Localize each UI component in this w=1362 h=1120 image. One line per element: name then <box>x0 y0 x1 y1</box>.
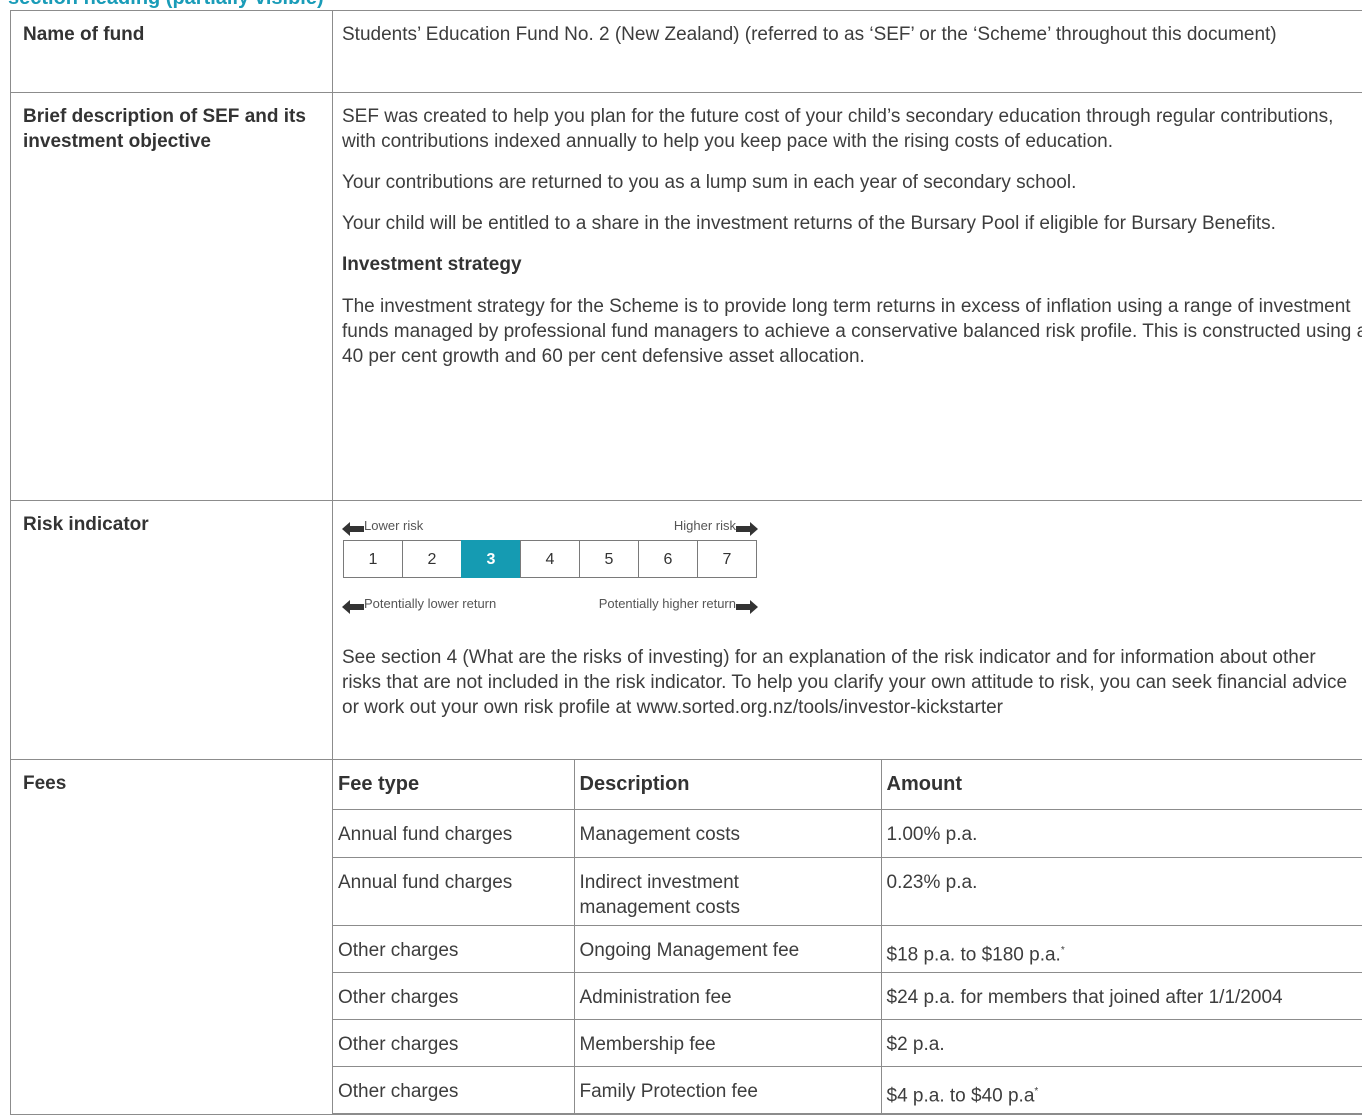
row-fees: Fees Fee type Description Amount Annual fun… <box>10 759 1362 1115</box>
risk-scale: 1234567 <box>343 540 757 578</box>
fees-cell: Membership fee <box>573 1018 882 1067</box>
fees-cell: 1.00% p.a. <box>880 808 1362 858</box>
higher-risk-label: Higher risk <box>674 513 758 538</box>
row-description: Brief description of SEF and its investm… <box>10 92 1362 501</box>
fees-cell: Annual fund charges <box>333 808 575 858</box>
risk-level: 7 <box>697 540 757 578</box>
fees-column-header: Description <box>573 760 882 810</box>
content-risk-indicator: Lower risk Higher risk 1234567 Potential… <box>332 500 1362 760</box>
fees-cell: Other charges <box>333 1065 575 1114</box>
fund-name-text: Students’ Education Fund No. 2 (New Zeal… <box>342 24 1277 45</box>
label-risk-indicator: Risk indicator <box>10 500 333 760</box>
risk-level-selected: 3 <box>461 540 521 578</box>
lower-return-label: Potentially lower return <box>342 591 496 616</box>
label-description: Brief description of SEF and its investm… <box>10 92 333 501</box>
risk-level: 4 <box>520 540 580 578</box>
section-heading-cut: section heading (partially visible) <box>0 0 1362 10</box>
arrow-right-icon <box>736 519 758 536</box>
risk-level: 6 <box>638 540 698 578</box>
fees-cell: Annual fund charges <box>333 856 575 926</box>
content-name-of-fund: Students’ Education Fund No. 2 (New Zeal… <box>332 10 1362 93</box>
fees-cell: $24 p.a. for members that joined after 1… <box>880 971 1362 1020</box>
content-fees: Fee type Description Amount Annual fund cha… <box>332 759 1362 1115</box>
row-risk-indicator: Risk indicator Lower risk Higher risk 1 … <box>10 500 1362 760</box>
key-information-table: Name of fund Students’ Education Fund No… <box>10 10 1362 1115</box>
fees-cell: $4 p.a. to $40 p.a* <box>880 1065 1362 1114</box>
fees-row: Annual fund charges Indirect investment m… <box>333 856 1362 926</box>
fees-column-header: Fee type <box>333 760 575 810</box>
fees-row: Other charges Family Protection fee $4 p.a… <box>333 1065 1362 1114</box>
investment-strategy-heading: Investment strategy <box>342 254 522 275</box>
fees-cell: Administration fee <box>573 971 882 1020</box>
description-paragraph: SEF was created to help you plan for the… <box>342 106 1334 152</box>
label-fees: Fees <box>10 759 333 1115</box>
footnote-mark: * <box>1034 1085 1039 1097</box>
risk-level: 2 <box>402 540 462 578</box>
arrow-left-icon <box>342 519 364 536</box>
fees-row: Annual fund charges Management costs 1.00%… <box>333 808 1362 858</box>
fees-cell: $2 p.a. <box>880 1018 1362 1067</box>
fees-cell: Indirect investment management costs <box>573 856 882 926</box>
higher-return-label: Potentially higher return <box>599 591 758 616</box>
risk-top-labels: Lower risk Higher risk <box>342 513 758 536</box>
fees-column-header: Amount <box>880 760 1362 810</box>
arrow-left-icon <box>342 597 364 614</box>
investment-strategy-text: The investment strategy for the Scheme i… <box>342 296 1362 367</box>
row-name-of-fund: Name of fund Students’ Education Fund No… <box>10 10 1362 93</box>
fees-row: Other charges Administration fee $24 p.a. … <box>333 971 1362 1020</box>
risk-level: 5 <box>579 540 639 578</box>
fees-cell: Management costs <box>573 808 882 858</box>
risk-indicator-widget: Lower risk Higher risk 1234567 Potential… <box>342 511 1362 718</box>
fees-cell: Other charges <box>333 924 575 973</box>
risk-level: 1 <box>343 540 403 578</box>
fees-cell: Other charges <box>333 971 575 1020</box>
fees-header-row: Fee type Description Amount <box>333 760 1362 810</box>
fees-cell: $18 p.a. to $180 p.a.* <box>880 924 1362 973</box>
lower-risk-label: Lower risk <box>342 513 423 538</box>
fees-cell: Other charges <box>333 1018 575 1067</box>
footnote-mark: * <box>1060 944 1065 956</box>
arrow-right-icon <box>736 597 758 614</box>
description-paragraph: Your contributions are returned to you a… <box>342 172 1077 193</box>
risk-note: See section 4 (What are the risks of inv… <box>342 647 1348 718</box>
fees-row: Other charges Membership fee $2 p.a. <box>333 1018 1362 1067</box>
risk-bottom-labels: Potentially lower return Potentially hig… <box>342 591 758 614</box>
content-description: SEF was created to help you plan for the… <box>332 92 1362 501</box>
fees-table: Fee type Description Amount Annual fund cha… <box>333 760 1362 1114</box>
fees-cell: Family Protection fee <box>573 1065 882 1114</box>
fees-cell: 0.23% p.a. <box>880 856 1362 926</box>
section-heading: section heading (partially visible) <box>8 0 324 10</box>
label-name-of-fund: Name of fund <box>10 10 333 93</box>
fees-cell: Ongoing Management fee <box>573 924 882 973</box>
description-paragraph: Your child will be entitled to a share i… <box>342 213 1276 234</box>
fees-row: Other charges Ongoing Management fee $18 p… <box>333 924 1362 973</box>
